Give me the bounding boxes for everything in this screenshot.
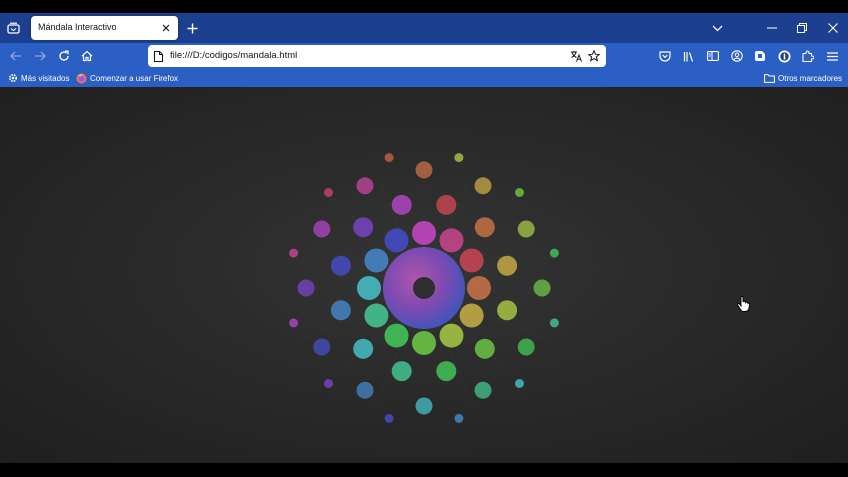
plus-icon[interactable]	[184, 20, 200, 36]
menu-icon[interactable]	[823, 47, 841, 65]
mandala-petal	[549, 318, 559, 328]
address-bar[interactable]: file:///D:/codigos/mandala.html	[148, 45, 606, 67]
mandala-petal	[474, 381, 492, 399]
restore-icon[interactable]	[793, 19, 811, 37]
page-content[interactable]	[0, 87, 848, 463]
mandala-petal	[356, 381, 374, 399]
translate-icon[interactable]	[568, 48, 584, 64]
mandala-petal	[330, 255, 351, 276]
back-arrow-icon[interactable]	[7, 47, 25, 65]
bookmark-most-visited[interactable]: Más visitados	[8, 71, 69, 85]
mandala-petal	[412, 221, 436, 245]
firefox-icon	[76, 73, 87, 84]
mandala-petal	[497, 300, 518, 321]
browser-window: Mándala Interactivo file:///D:/codigos/m…	[0, 13, 848, 463]
mandala-petal	[356, 177, 374, 195]
mandala-petal	[391, 361, 412, 382]
mandala-petal	[364, 303, 389, 328]
mandala-petal	[391, 194, 412, 215]
mandala-petal	[412, 331, 436, 355]
forward-arrow-icon[interactable]	[31, 47, 49, 65]
mandala-petal	[324, 188, 333, 197]
mandala-petal	[517, 220, 535, 238]
mandala-petal	[459, 248, 484, 273]
tab-title: Mándala Interactivo	[38, 22, 117, 32]
home-icon[interactable]	[78, 47, 96, 65]
mandala-petal	[467, 276, 491, 300]
mandala-petal	[454, 413, 464, 423]
url-text: file:///D:/codigos/mandala.html	[170, 50, 298, 61]
mandala-petal	[436, 361, 457, 382]
mandala-petal	[517, 338, 535, 356]
navigation-toolbar: file:///D:/codigos/mandala.html	[0, 43, 848, 69]
tab-mandala[interactable]: Mándala Interactivo	[31, 16, 178, 40]
screen-top-edge	[0, 0, 848, 13]
window-close-icon[interactable]	[824, 19, 842, 37]
mandala-petal	[353, 217, 374, 238]
mandala-canvas[interactable]	[0, 87, 848, 463]
mandala-petal	[313, 220, 331, 238]
mandala-petal	[384, 413, 394, 423]
mandala-petal	[474, 177, 492, 195]
mandala-petal	[330, 300, 351, 321]
close-icon[interactable]	[159, 21, 173, 35]
star-icon[interactable]	[586, 48, 602, 64]
puzzle-icon[interactable]	[799, 47, 817, 65]
mandala-petal	[415, 161, 433, 179]
mandala-petal	[353, 338, 374, 359]
bookmark-getting-started[interactable]: Comenzar a usar Firefox	[76, 71, 178, 85]
sidebar-icon[interactable]	[704, 47, 722, 65]
chevron-down-icon[interactable]	[708, 19, 726, 37]
mandala-center-hole	[413, 277, 435, 299]
mandala-petal	[289, 318, 299, 328]
account-icon[interactable]	[728, 47, 746, 65]
bookmark-label: Otros marcadores	[778, 73, 843, 83]
tab-strip: Mándala Interactivo	[0, 13, 848, 43]
minimize-icon[interactable]	[763, 19, 781, 37]
mandala-petal	[439, 228, 464, 253]
mandala-petal	[357, 276, 381, 300]
bookmarks-toolbar: Más visitados Comenzar a usar Firefox Ot…	[0, 69, 848, 87]
mandala-petal	[459, 303, 484, 328]
extension-icon[interactable]	[775, 47, 793, 65]
list-all-tabs-icon[interactable]	[4, 19, 22, 37]
mandala-petal	[384, 228, 409, 253]
page-icon	[150, 48, 166, 64]
folder-icon	[764, 73, 775, 83]
mandala-petal	[497, 255, 518, 276]
mandala-petal	[364, 248, 389, 273]
other-bookmarks[interactable]: Otros marcadores	[764, 71, 842, 85]
mandala-petal	[474, 338, 495, 359]
bookmark-label: Comenzar a usar Firefox	[90, 73, 179, 83]
gear-icon	[8, 73, 18, 83]
mandala-petal	[324, 379, 333, 388]
reload-icon[interactable]	[55, 47, 73, 65]
pocket-icon[interactable]	[656, 47, 674, 65]
mandala-petal	[313, 338, 331, 356]
mandala-petal	[454, 153, 464, 163]
mandala-petal	[415, 397, 433, 415]
mandala-petal	[533, 279, 551, 297]
bookmark-label: Más visitados	[21, 73, 70, 83]
extension-icon[interactable]	[751, 47, 769, 65]
screen-bottom-edge	[0, 463, 848, 477]
library-icon[interactable]	[680, 47, 698, 65]
mandala-petal	[549, 248, 559, 258]
hand-cursor-icon	[737, 296, 750, 312]
mandala-petal	[384, 323, 409, 348]
mandala-petal	[474, 217, 495, 238]
mandala-petal	[439, 323, 464, 348]
mandala-petal	[515, 188, 524, 197]
mandala-petal	[384, 153, 394, 163]
mandala-petal	[515, 379, 524, 388]
mandala-petal	[436, 194, 457, 215]
mandala-petal	[289, 248, 299, 258]
mandala-petal	[297, 279, 315, 297]
